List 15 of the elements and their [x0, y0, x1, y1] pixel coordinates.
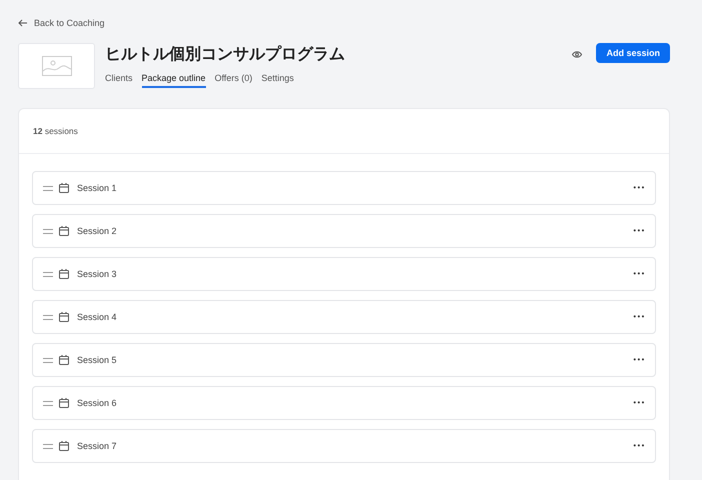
- session-name: Session 3: [77, 269, 118, 279]
- add-session-button[interactable]: Add session: [596, 43, 670, 63]
- tab[interactable]: Package outline: [142, 73, 206, 88]
- session-name: Session 5: [77, 355, 118, 365]
- session-name: Session 6: [77, 398, 118, 408]
- session-name: Session 4: [77, 312, 118, 322]
- page-title: ヒルトル個別コンサルプログラム: [105, 44, 346, 65]
- tab[interactable]: Clients: [105, 73, 133, 88]
- back-link[interactable]: Back to Coaching: [18, 18, 105, 28]
- tab[interactable]: Offers (0): [214, 73, 252, 88]
- session-count: 12 sessions: [33, 126, 78, 136]
- session-name: Session 7: [77, 441, 118, 451]
- session-name: Session 2: [77, 226, 118, 236]
- session-name: Session 1: [77, 183, 118, 193]
- tab[interactable]: Settings: [261, 73, 294, 88]
